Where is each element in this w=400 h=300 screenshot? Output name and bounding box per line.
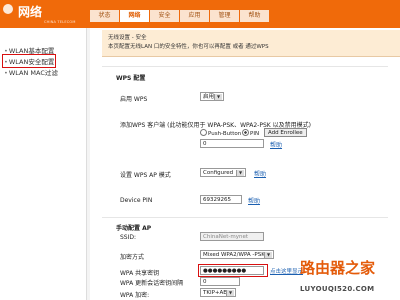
radio-pin-label: PIN (250, 131, 260, 137)
encryption-label: 加密方式 (120, 254, 145, 261)
wpa-encryption-label: WPA 加密: (120, 292, 150, 299)
ssid-label: SSID: (120, 234, 137, 241)
brand-subtitle: CHINA TELECOM (44, 20, 76, 24)
wps-enable-label: 启用 WPS (120, 96, 148, 103)
add-enrollee-button[interactable]: Add Enrollee (264, 128, 307, 137)
device-pin-label: Device PIN (120, 197, 153, 204)
wpa-psk-label: WPA 共享密钥 (120, 270, 160, 277)
radio-push-label: Push-Button (208, 131, 242, 137)
logo: 网络 CHINA TELECOM (0, 0, 86, 28)
device-pin-field[interactable]: 69329265 (200, 195, 242, 204)
tab-security[interactable]: 安全 (150, 10, 179, 22)
site-watermark: 路由器之家 LUYOUQI520.COM (292, 255, 400, 300)
sidebar-item-label: WLAN MAC过滤 (8, 69, 58, 77)
main-nav-tabs: 状态 网络 安全 应用 管理 帮助 (90, 10, 270, 22)
bullet-icon: • (4, 47, 8, 55)
help-link[interactable]: 帮助 (254, 169, 266, 178)
divider (102, 66, 388, 67)
sidebar-item-wlan-security[interactable]: •WLAN安全配置 (1, 54, 57, 68)
info-notice: 无线设置 - 安全 本页配置无线LAN 口的安全特性，你也可以再配置 或者 通过… (102, 30, 400, 57)
tab-applications[interactable]: 应用 (180, 10, 209, 22)
wps-mode-value: Configured (203, 170, 234, 176)
bullet-icon: • (4, 58, 8, 66)
manual-ap-section-title: 手动配置 AP (116, 225, 152, 232)
tab-network[interactable]: 网络 (120, 10, 149, 22)
divider (102, 217, 388, 218)
radio-push-button[interactable]: Push-Button (200, 129, 241, 137)
ssid-field[interactable]: ChinaNet-mynet (200, 232, 264, 241)
tab-status[interactable]: 状态 (90, 10, 119, 22)
encryption-select[interactable]: Mixed WPA2/WPA -PSK ▼ (200, 250, 274, 259)
wps-pin-input[interactable]: 0 (200, 139, 264, 148)
radio-icon (242, 129, 249, 136)
highlight-box (198, 264, 268, 277)
sidebar-item-wlan-basic[interactable]: •WLAN基本配置 (4, 45, 54, 55)
radio-pin[interactable]: PIN (242, 129, 259, 137)
wps-mode-label: 设置 WPS AP 模式 (120, 172, 171, 179)
rekey-interval-input[interactable]: 0 (200, 277, 240, 286)
wps-mode-select[interactable]: Configured ▼ (200, 168, 246, 177)
notice-text: 本页配置无线LAN 口的安全特性，你也可以再配置 或者 通过WPS (108, 44, 269, 50)
tab-help[interactable]: 帮助 (240, 10, 269, 22)
sidebar: •WLAN基本配置 •WLAN安全配置 •WLAN MAC过滤 (0, 28, 87, 300)
chevron-down-icon: ▼ (236, 170, 244, 176)
encryption-value: Mixed WPA2/WPA -PSK (203, 252, 265, 258)
chevron-down-icon: ▼ (264, 252, 272, 258)
wps-enable-select[interactable]: 启用 ▼ (200, 92, 224, 101)
telecom-logo-icon (3, 4, 13, 14)
watermark-title: 路由器之家 (300, 259, 376, 277)
bullet-icon: • (4, 69, 8, 77)
watermark-url: LUYOUQI520.COM (300, 285, 375, 293)
notice-title: 无线设置 - 安全 (108, 35, 147, 41)
tab-management[interactable]: 管理 (210, 10, 239, 22)
sidebar-item-label: WLAN基本配置 (8, 47, 55, 55)
top-header: 网络 CHINA TELECOM 状态 网络 安全 应用 管理 帮助 (0, 0, 400, 28)
rekey-interval-label: WPA 更新会话密钥间隔 (120, 280, 184, 287)
chevron-down-icon: ▼ (214, 94, 222, 100)
page-section-title: 网络 (18, 5, 43, 19)
wpa-encryption-select[interactable]: TKIP+AES ▼ (200, 288, 236, 297)
radio-icon (200, 129, 207, 136)
wps-section-title: WPS 配置 (116, 75, 146, 82)
help-link[interactable]: 帮助 (270, 140, 282, 149)
help-link[interactable]: 帮助 (248, 196, 260, 205)
sidebar-item-wlan-mac-filter[interactable]: •WLAN MAC过滤 (4, 67, 58, 77)
wps-enable-value: 启用 (203, 94, 215, 100)
chevron-down-icon: ▼ (226, 290, 234, 296)
sidebar-item-label: WLAN安全配置 (8, 58, 55, 66)
